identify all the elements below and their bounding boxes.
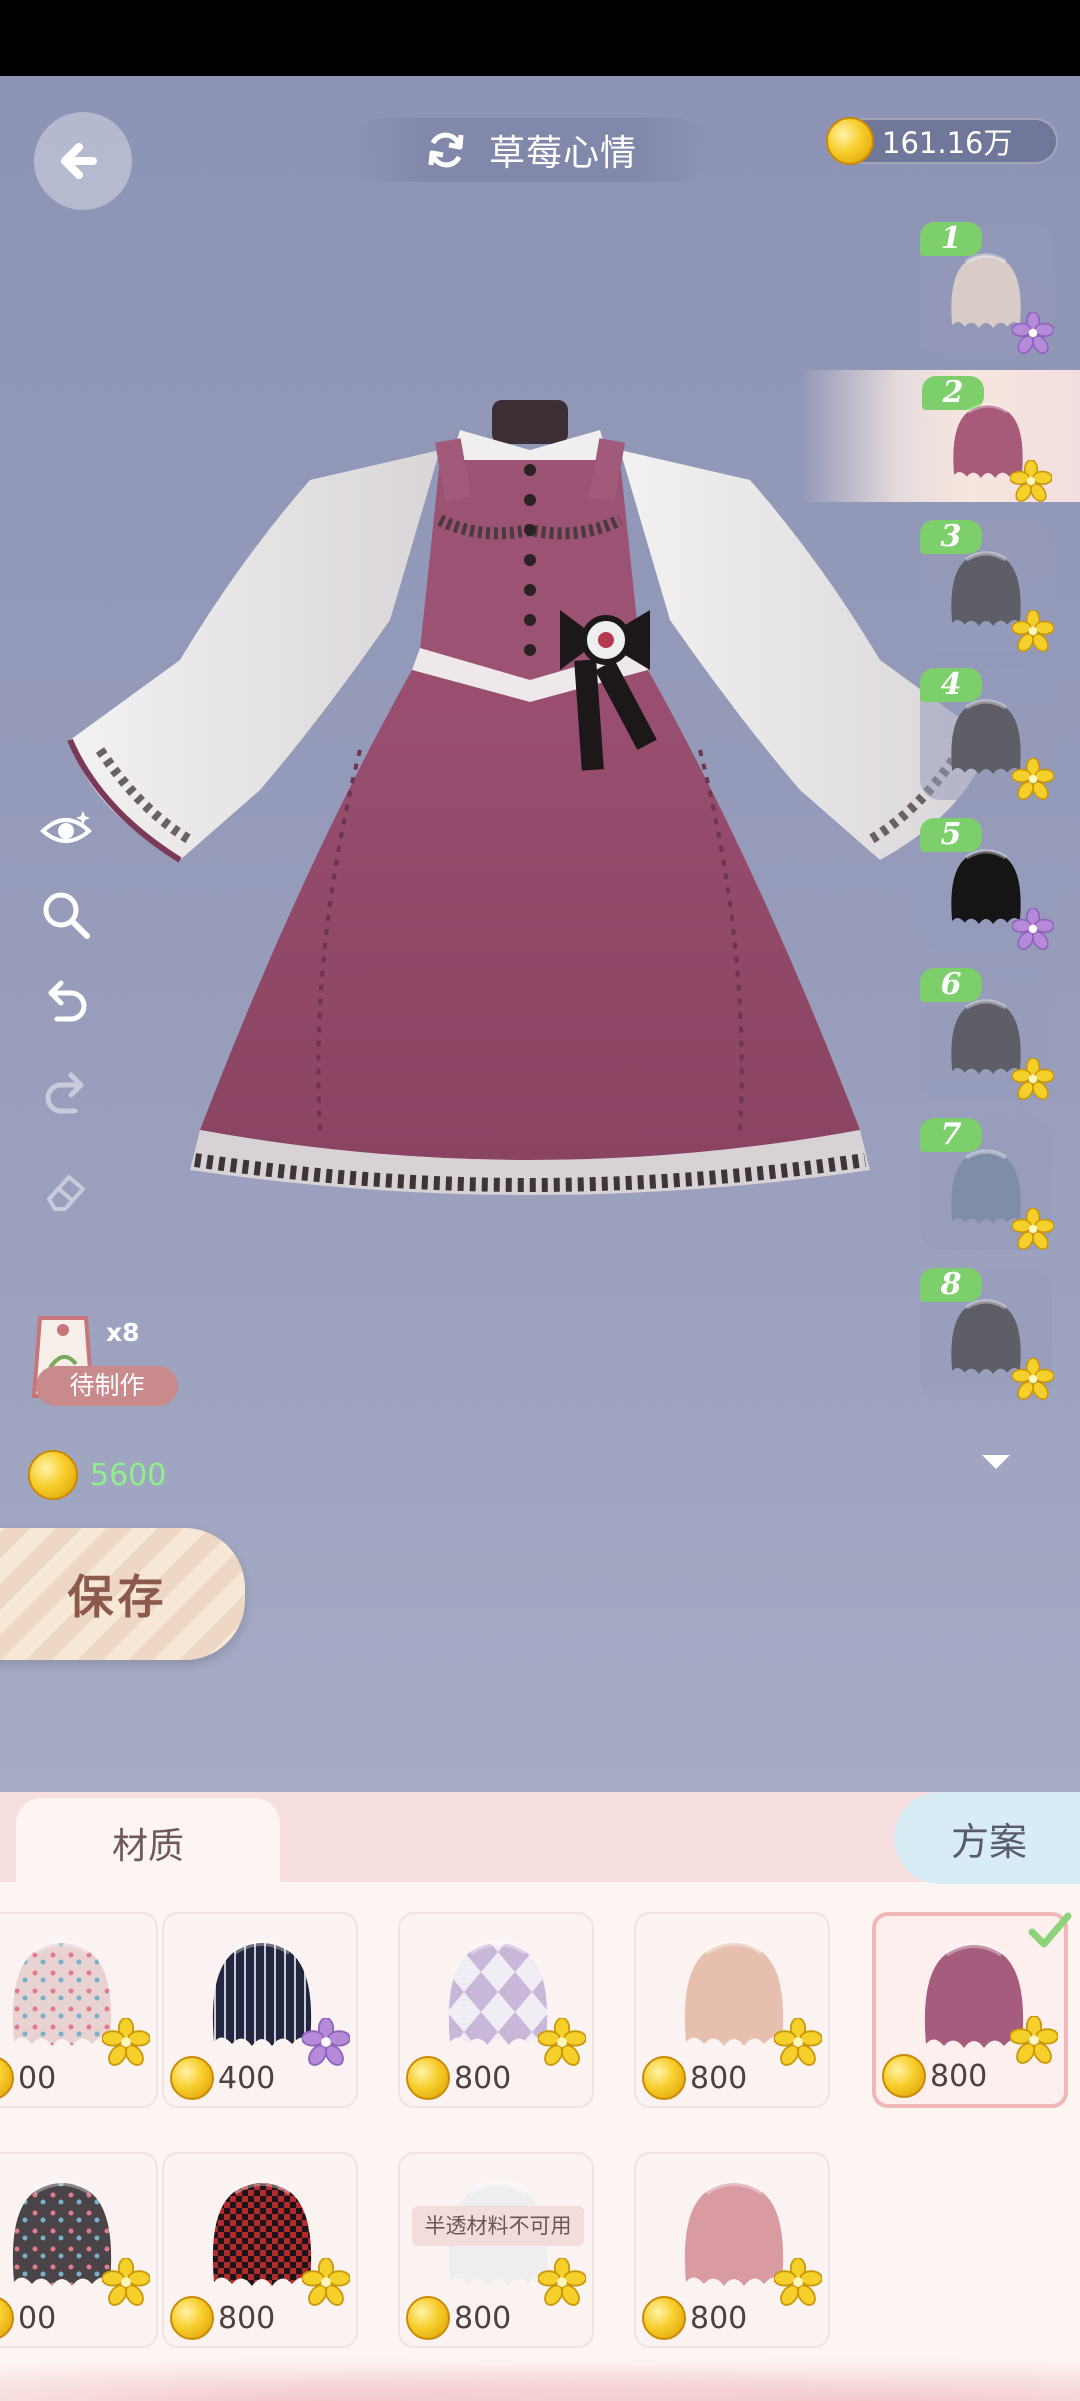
gold-star-icon (1012, 1208, 1054, 1250)
layer-item-5[interactable]: 5 (920, 818, 1054, 950)
price-row: 800 (882, 2054, 987, 2098)
material-swatch[interactable]: 00 (0, 2152, 158, 2348)
material-swatch[interactable]: 00 (0, 1912, 158, 2108)
price-row: 400 (170, 2056, 275, 2100)
coin-icon (170, 2056, 214, 2100)
gold-star-icon (538, 2018, 586, 2066)
gold-star-icon (1012, 1358, 1054, 1400)
gold-star-icon (1010, 460, 1052, 502)
cost-amount: 5600 (90, 1457, 167, 1493)
unavailable-tag: 半透材料不可用 (412, 2206, 584, 2246)
eraser-icon (47, 1175, 85, 1211)
gold-star-icon (1010, 2016, 1058, 2064)
cost-display: 5600 (28, 1450, 166, 1500)
price-row: 800 (406, 2056, 511, 2100)
visibility-tool[interactable] (36, 800, 96, 860)
outfit-title: 草莓心情 (488, 133, 637, 174)
price-row: 800 (642, 2296, 747, 2340)
gold-star-icon (102, 2018, 150, 2066)
coin-icon (642, 2296, 686, 2340)
pattern-status-badge: 待制作 (36, 1366, 178, 1406)
coin-icon (0, 2056, 14, 2100)
material-swatch[interactable]: 800 (872, 1912, 1072, 2108)
layer-item-4[interactable]: 4 (920, 668, 1054, 800)
undo-tool[interactable] (36, 970, 96, 1030)
back-arrow-icon (61, 143, 97, 179)
price-value: 00 (18, 2300, 57, 2336)
tab-material-label: 材质 (111, 1826, 184, 1867)
price-value: 800 (690, 2060, 748, 2096)
material-swatch[interactable]: 800 (634, 2152, 830, 2348)
layer-item-3[interactable]: 3 (920, 520, 1054, 652)
layer-item-8[interactable]: 8 (920, 1268, 1054, 1400)
pattern-card[interactable]: x8 待制作 (28, 1308, 178, 1418)
bottom-decoration (0, 2350, 1080, 2401)
gold-star-icon (302, 2258, 350, 2306)
price-value: 800 (454, 2300, 512, 2336)
gold-star-icon (1012, 758, 1054, 800)
currency-display: 161.16万 (826, 117, 1058, 165)
pattern-count: x8 (106, 1318, 140, 1347)
save-button[interactable]: 保存 (0, 1528, 245, 1660)
coin-icon (28, 1450, 78, 1500)
purple-flower-icon (1012, 908, 1054, 950)
redo-icon (45, 1072, 84, 1114)
material-swatch[interactable]: 800 (162, 2152, 358, 2348)
eraser-tool[interactable] (36, 1160, 96, 1220)
gold-star-icon (102, 2258, 150, 2306)
material-swatch[interactable]: 400 (162, 1912, 358, 2108)
purple-flower-icon (1012, 312, 1054, 354)
back-button[interactable] (34, 112, 132, 210)
zoom-tool[interactable] (36, 885, 96, 945)
coin-icon (0, 2296, 14, 2340)
material-swatch[interactable]: 半透材料不可用 800 (398, 2152, 594, 2348)
tab-scheme[interactable]: 方案 (894, 1792, 1080, 1884)
price-row: 00 (0, 2056, 56, 2100)
tab-scheme-label: 方案 (950, 1819, 1027, 1864)
gold-star-icon (538, 2258, 586, 2306)
status-bar (0, 0, 1080, 76)
layer-item-6[interactable]: 6 (920, 968, 1054, 1100)
coin-icon (882, 2054, 926, 2098)
currency-amount: 161.16万 (882, 126, 1013, 160)
price-row: 800 (170, 2296, 275, 2340)
eye-sparkle-icon (40, 811, 92, 843)
gold-star-icon (1012, 1058, 1054, 1100)
gold-star-icon (774, 2018, 822, 2066)
price-value: 800 (690, 2300, 748, 2336)
coin-icon (826, 117, 874, 165)
swap-icon[interactable] (423, 127, 469, 173)
coin-icon (170, 2296, 214, 2340)
gold-star-icon (774, 2258, 822, 2306)
outfit-title-bar[interactable]: 草莓心情 (350, 118, 710, 182)
coin-icon (406, 2056, 450, 2100)
layer-item-2[interactable]: 2 (800, 370, 1080, 502)
price-value: 00 (18, 2060, 57, 2096)
layer-item-1[interactable]: 1 (920, 222, 1054, 354)
coin-icon (406, 2296, 450, 2340)
save-label: 保存 (67, 1570, 168, 1624)
magnifier-icon (43, 892, 90, 939)
price-value: 800 (930, 2058, 988, 2094)
price-row: 00 (0, 2296, 56, 2340)
purple-flower-icon (302, 2018, 350, 2066)
price-value: 400 (218, 2060, 276, 2096)
price-row: 800 (406, 2296, 511, 2340)
tab-material[interactable]: 材质 (16, 1798, 280, 1888)
material-swatch[interactable]: 800 (398, 1912, 594, 2108)
coin-icon (642, 2056, 686, 2100)
dress-preview[interactable] (60, 390, 1000, 1230)
material-swatch[interactable]: 800 (634, 1912, 830, 2108)
undo-icon (48, 980, 87, 1022)
price-row: 800 (642, 2056, 747, 2100)
check-icon (1028, 1912, 1072, 1948)
layer-item-7[interactable]: 7 (920, 1118, 1054, 1250)
redo-tool[interactable] (36, 1062, 96, 1122)
price-value: 800 (454, 2060, 512, 2096)
price-value: 800 (218, 2300, 276, 2336)
scroll-down-icon[interactable] (982, 1455, 1010, 1469)
gold-star-icon (1012, 610, 1054, 652)
